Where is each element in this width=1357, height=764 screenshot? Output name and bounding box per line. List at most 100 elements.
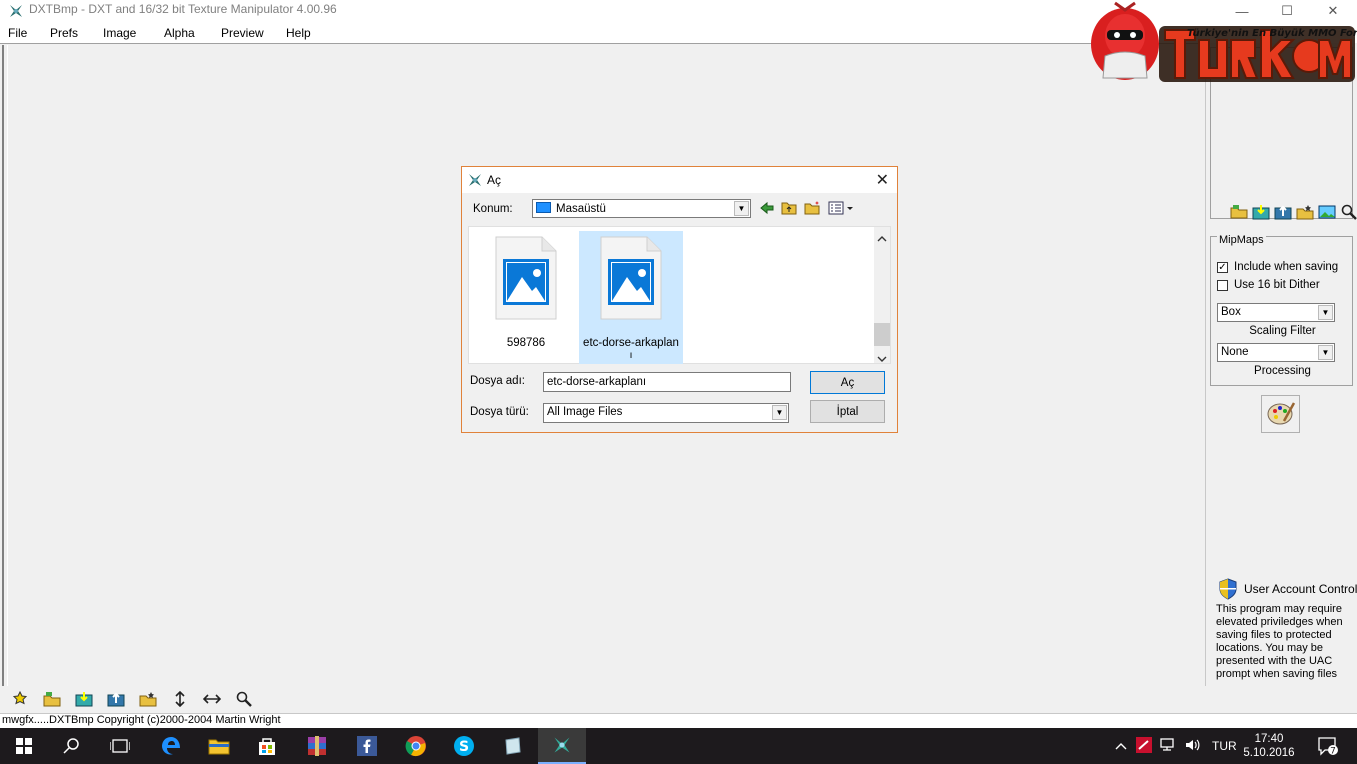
start-button[interactable]: [0, 728, 48, 764]
chevron-down-icon[interactable]: ▼: [1318, 345, 1333, 360]
location-select[interactable]: Masaüstü ▼: [532, 199, 751, 218]
network-icon[interactable]: [1160, 737, 1178, 756]
folder-icon: [208, 739, 230, 755]
view-menu-icon[interactable]: [828, 201, 854, 218]
cancel-button[interactable]: İptal: [810, 400, 885, 423]
dialog-close-button[interactable]: ✕: [876, 170, 889, 190]
security-app-icon[interactable]: [1136, 736, 1152, 756]
bottom-toolbar: [0, 686, 1357, 713]
dxtbmp-taskbar-button[interactable]: [538, 728, 586, 764]
vertical-scrollbar[interactable]: [874, 227, 890, 363]
menu-alpha[interactable]: Alpha: [164, 26, 195, 40]
chevron-up-icon[interactable]: [877, 231, 887, 245]
facebook-button[interactable]: [343, 728, 391, 764]
task-view-button[interactable]: [96, 728, 144, 764]
notes-button[interactable]: [489, 728, 537, 764]
search-icon: [63, 738, 79, 754]
new-folder-icon[interactable]: [804, 200, 820, 218]
file-name: 598786: [506, 337, 546, 349]
edge-icon: [162, 737, 180, 755]
menu-help[interactable]: Help: [286, 26, 311, 40]
image-file-icon: [494, 235, 558, 324]
star-folder-icon[interactable]: [10, 690, 30, 708]
clock-time: 17:40: [1254, 733, 1284, 745]
uac-text: This program may require elevated privil…: [1216, 603, 1343, 680]
workspace-edge: [2, 45, 8, 686]
chevron-down-icon[interactable]: ▼: [772, 405, 787, 420]
explorer-button[interactable]: [195, 728, 243, 764]
mipmaps-group: MipMaps ✓ Include when saving Use 16 bit…: [1210, 234, 1353, 386]
dither-row[interactable]: Use 16 bit Dither: [1217, 279, 1320, 291]
processing-label: Processing: [1254, 365, 1311, 377]
store-button[interactable]: [243, 728, 291, 764]
filename-input[interactable]: etc-dorse-arkaplanı: [543, 372, 791, 392]
winrar-icon: [308, 736, 326, 756]
flip-horizontal-icon[interactable]: [202, 690, 222, 708]
include-when-saving-checkbox[interactable]: ✓: [1217, 261, 1228, 273]
action-center-button[interactable]: 7: [1306, 728, 1350, 764]
picture-icon[interactable]: [1317, 203, 1337, 221]
folder-star-icon[interactable]: [1295, 203, 1315, 221]
filetype-select[interactable]: All Image Files ▼: [543, 403, 789, 423]
file-list[interactable]: 598786 etc-dorse-arkaplan ı: [468, 226, 891, 364]
volume-icon[interactable]: [1184, 737, 1202, 756]
chevron-down-icon[interactable]: [877, 352, 887, 366]
menu-prefs[interactable]: Prefs: [50, 26, 78, 40]
processing-value: None: [1221, 346, 1249, 358]
notes-icon: [505, 737, 521, 755]
filetype-label: Dosya türü:: [470, 406, 529, 418]
skype-button[interactable]: S: [440, 728, 488, 764]
save-up-icon[interactable]: [1273, 203, 1293, 221]
notification-icon: 7: [1318, 737, 1338, 757]
dxtbmp-icon: [554, 737, 570, 753]
file-name: etc-dorse-arkaplan: [583, 337, 679, 349]
process-button[interactable]: [1261, 395, 1300, 433]
zoom-icon[interactable]: [1339, 203, 1357, 221]
flip-vertical-icon[interactable]: [170, 690, 190, 708]
scaling-filter-select[interactable]: Box ▼: [1217, 303, 1335, 322]
chevron-down-icon[interactable]: ▼: [1318, 305, 1333, 320]
task-view-icon: [110, 739, 130, 753]
dxtbmp-icon: [467, 172, 483, 191]
menu-file[interactable]: File: [8, 26, 27, 40]
desktop-icon: [536, 202, 551, 213]
save-down-icon[interactable]: [1251, 203, 1271, 221]
menu-image[interactable]: Image: [103, 26, 136, 40]
chevron-down-icon[interactable]: ▼: [734, 201, 749, 216]
open-folder-icon[interactable]: [1229, 203, 1249, 221]
save-up-icon[interactable]: [106, 690, 126, 708]
location-label: Konum:: [473, 203, 513, 215]
uac-title: User Account Control: [1244, 582, 1357, 596]
processing-select[interactable]: None ▼: [1217, 343, 1335, 362]
filetype-value: All Image Files: [547, 406, 623, 418]
language-indicator[interactable]: TUR: [1212, 739, 1237, 753]
scrollbar-thumb[interactable]: [874, 323, 890, 346]
zoom-icon[interactable]: [234, 690, 254, 708]
chrome-button[interactable]: [392, 728, 440, 764]
open-folder-icon[interactable]: [42, 690, 62, 708]
clock[interactable]: 17:40 5.10.2016: [1243, 732, 1295, 760]
chrome-icon: [405, 736, 426, 757]
filename-label: Dosya adı:: [470, 375, 525, 387]
edge-button[interactable]: [147, 728, 195, 764]
search-button[interactable]: [48, 728, 96, 764]
open-button[interactable]: Aç: [810, 371, 885, 394]
dither-checkbox[interactable]: [1217, 279, 1228, 291]
status-bar: mwgfx.....DXTBmp Copyright (c)2000-2004 …: [0, 713, 1357, 728]
taskbar: S TUR 17:40 5.10.2016 7: [0, 728, 1357, 764]
right-panel: MipMaps ✓ Include when saving Use 16 bit…: [1205, 43, 1357, 713]
clock-date: 5.10.2016: [1243, 747, 1295, 759]
file-item[interactable]: 598786: [474, 231, 578, 364]
up-folder-icon[interactable]: [781, 200, 797, 218]
save-down-icon[interactable]: [74, 690, 94, 708]
chevron-up-icon[interactable]: [1112, 739, 1130, 753]
svg-text:7: 7: [1330, 747, 1336, 757]
windows-icon: [16, 738, 32, 754]
skype-icon: S: [454, 736, 474, 756]
include-when-saving-row[interactable]: ✓ Include when saving: [1217, 261, 1338, 273]
folder-star-icon[interactable]: [138, 690, 158, 708]
back-icon[interactable]: [760, 201, 774, 218]
menu-preview[interactable]: Preview: [221, 26, 264, 40]
file-item-selected[interactable]: etc-dorse-arkaplan ı: [579, 231, 683, 364]
winrar-button[interactable]: [293, 728, 341, 764]
